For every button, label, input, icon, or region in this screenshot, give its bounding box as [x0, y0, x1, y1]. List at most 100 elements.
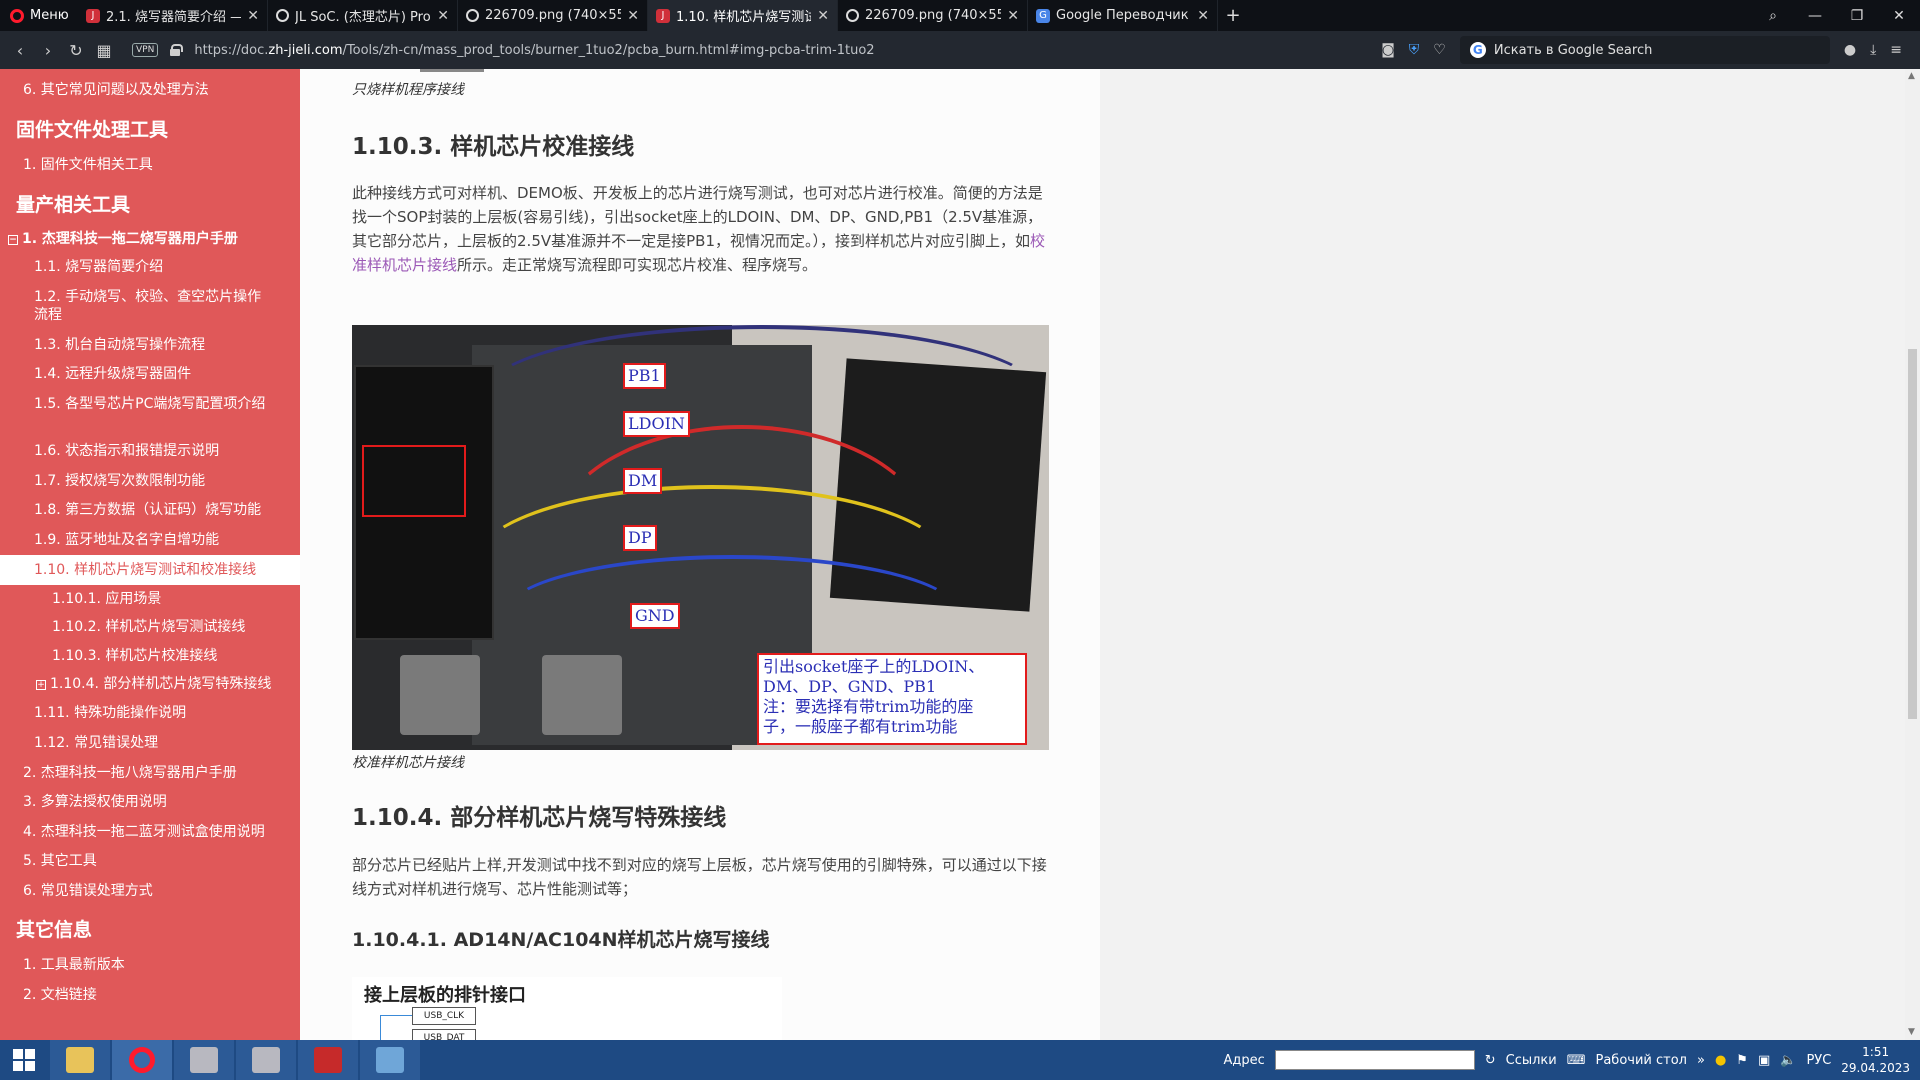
minimize-icon[interactable]: —: [1794, 8, 1836, 24]
close-window-icon[interactable]: ✕: [1878, 8, 1920, 24]
search-tabs-icon[interactable]: ⌕: [1752, 8, 1794, 24]
forward-icon[interactable]: ›: [34, 41, 62, 60]
sidebar-item[interactable]: 1.7. 授权烧写次数限制功能: [0, 472, 300, 490]
close-tab-icon[interactable]: ✕: [247, 8, 259, 24]
expand-icon[interactable]: +: [36, 680, 46, 690]
photo-note: 引出socket座子上的LDOIN、 DM、DP、GND、PB1 注：要选择有带…: [757, 653, 1027, 745]
keyboard-icon[interactable]: ⌨: [1567, 1053, 1586, 1068]
tab-3[interactable]: 226709.png (740×550) ✕: [458, 0, 648, 31]
taskbar-app[interactable]: [236, 1040, 296, 1080]
easy-setup-icon[interactable]: ≡: [1890, 42, 1902, 58]
sidebar-item-label: 2. 杰理科技一拖八烧写器用户手册: [23, 765, 237, 781]
sidebar-item[interactable]: 1.4. 远程升级烧写器固件: [0, 365, 300, 383]
sidebar-item[interactable]: 3. 多算法授权使用说明: [0, 793, 300, 811]
close-tab-icon[interactable]: ✕: [1197, 8, 1209, 24]
figure-caption: 只烧样机程序接线: [352, 82, 464, 98]
shield-icon[interactable]: ⛨: [1409, 42, 1420, 58]
reload-icon[interactable]: ↻: [62, 41, 90, 60]
camera-icon[interactable]: ◙: [1381, 42, 1395, 58]
sidebar-item[interactable]: 1.10.3. 样机芯片校准接线: [0, 647, 300, 665]
search-placeholder: Искать в Google Search: [1493, 42, 1653, 58]
scroll-up-icon[interactable]: ▲: [1908, 71, 1915, 81]
language-indicator[interactable]: РУС: [1806, 1053, 1831, 1068]
network-icon[interactable]: ▣: [1758, 1053, 1770, 1068]
sidebar-item[interactable]: 1.3. 机台自动烧写操作流程: [0, 336, 300, 354]
address-toolbar-input[interactable]: [1274, 1050, 1475, 1070]
taskbar-opera[interactable]: [112, 1040, 172, 1080]
close-tab-icon[interactable]: ✕: [627, 8, 639, 24]
taskbar-app[interactable]: [174, 1040, 234, 1080]
sidebar-item[interactable]: 1.10.2. 样机芯片烧写测试接线: [0, 618, 300, 636]
windows-logo-icon: [13, 1049, 35, 1071]
doc-content: 只烧样机程序接线 1.10.3. 样机芯片校准接线 此种接线方式可对样机、DEM…: [300, 69, 1100, 1040]
socket-highlight-box: [362, 445, 466, 517]
taskbar-explorer[interactable]: [50, 1040, 110, 1080]
sidebar-item-label: 3. 多算法授权使用说明: [23, 794, 167, 810]
sidebar-item[interactable]: 2. 文档链接: [0, 986, 300, 1004]
sidebar-item[interactable]: 1.1. 烧写器简要介绍: [0, 258, 300, 276]
collapse-icon[interactable]: −: [8, 235, 18, 245]
tray-expand-icon[interactable]: »: [1697, 1053, 1705, 1068]
sidebar-item[interactable]: 1.6. 状态指示和报错提示说明: [0, 442, 300, 460]
sidebar-item[interactable]: 1.2. 手动烧写、校验、查空芯片操作流程: [0, 288, 300, 324]
taskbar-app[interactable]: [360, 1040, 420, 1080]
clock[interactable]: 1:51 29.04.2023: [1841, 1044, 1910, 1076]
tab-1[interactable]: J 2.1. 烧写器简要介绍 — JL P ✕: [78, 0, 268, 31]
sidebar-item[interactable]: 1.11. 特殊功能操作说明: [0, 704, 300, 722]
sidebar-item[interactable]: 4. 杰理科技一拖二蓝牙测试盒使用说明: [0, 823, 300, 841]
lock-icon[interactable]: [170, 44, 184, 56]
vpn-badge[interactable]: VPN: [132, 43, 159, 57]
go-icon[interactable]: ↻: [1485, 1053, 1496, 1068]
tray-app-icon[interactable]: ●: [1715, 1053, 1726, 1068]
scrollbar-thumb[interactable]: [1908, 349, 1917, 719]
tabs-grid-icon[interactable]: ▦: [90, 41, 118, 60]
new-tab-button[interactable]: +: [1218, 0, 1248, 31]
close-tab-icon[interactable]: ✕: [437, 8, 449, 24]
close-tab-icon[interactable]: ✕: [817, 8, 829, 24]
sidebar-item[interactable]: 5. 其它工具: [0, 852, 300, 870]
sidebar-item-label: 1.1. 烧写器简要介绍: [34, 259, 164, 275]
sidebar-item[interactable]: 1. 固件文件相关工具: [0, 156, 300, 174]
back-icon[interactable]: ‹: [6, 41, 34, 60]
sidebar-item[interactable]: 6. 常见错误处理方式: [0, 882, 300, 900]
links-toolbar[interactable]: Ссылки: [1506, 1053, 1557, 1068]
google-search-field[interactable]: G Искать в Google Search: [1459, 36, 1830, 64]
scroll-down-icon[interactable]: ▼: [1908, 1027, 1915, 1037]
volume-icon[interactable]: 🔈: [1780, 1053, 1796, 1068]
sidebar-item[interactable]: 1.8. 第三方数据（认证码）烧写功能: [0, 501, 300, 519]
translate-icon: G: [1036, 8, 1050, 23]
vertical-scrollbar[interactable]: ▲ ▼: [1905, 69, 1920, 1040]
note-line: 注：要选择有带trim功能的座: [763, 697, 974, 716]
sidebar-item-label: 1. 固件文件相关工具: [23, 157, 153, 173]
download-icon[interactable]: ⤓: [1870, 42, 1876, 58]
url-field[interactable]: https://doc.zh-jieli.com/Tools/zh-cn/mas…: [194, 43, 874, 58]
flag-icon[interactable]: ⚑: [1736, 1053, 1748, 1068]
sidebar-item[interactable]: 1.12. 常见错误处理: [0, 734, 300, 752]
sidebar-item-expanded[interactable]: −1. 杰理科技一拖二烧写器用户手册: [0, 230, 300, 248]
sidebar-item[interactable]: 1.5. 各型号芯片PC端烧写配置项介绍: [0, 395, 300, 413]
tab-4-active[interactable]: J 1.10. 样机芯片烧写测试和校 ✕: [648, 0, 838, 31]
sidebar-item[interactable]: 2. 杰理科技一拖八烧写器用户手册: [0, 764, 300, 782]
desktop-toolbar[interactable]: Рабочий стол: [1596, 1053, 1687, 1068]
sidebar-item[interactable]: 1.10.1. 应用场景: [0, 590, 300, 608]
opera-menu-button[interactable]: Меню: [0, 0, 78, 31]
sidebar-item[interactable]: 1.9. 蓝牙地址及名字自增功能: [0, 531, 300, 549]
opera-logo-icon: [10, 8, 24, 23]
sidebar-item-label: 5. 其它工具: [23, 853, 97, 869]
tab-6[interactable]: G Google Переводчик ✕: [1028, 0, 1218, 31]
close-tab-icon[interactable]: ✕: [1007, 8, 1019, 24]
sidebar-item-current[interactable]: 1.10. 样机芯片烧写测试和校准接线: [0, 555, 300, 585]
sidebar-item[interactable]: 1. 工具最新版本: [0, 956, 300, 974]
subsection-heading: 1.10.4.1. AD14N/AC104N样机芯片烧写接线: [352, 929, 770, 951]
pin-usb-dat: USB_DAT: [412, 1029, 476, 1040]
sidebar-item[interactable]: 6. 其它常见问题以及处理方法: [0, 81, 300, 99]
sidebar-item[interactable]: +1.10.4. 部分样机芯片烧写特殊接线: [0, 675, 300, 693]
heart-icon[interactable]: ♡: [1433, 42, 1446, 58]
tab-2[interactable]: JL SoC. (杰理芯片) Program ✕: [268, 0, 458, 31]
address-toolbar-label: Адрес: [1223, 1052, 1265, 1068]
taskbar-app[interactable]: [298, 1040, 358, 1080]
tab-5[interactable]: 226709.png (740×550) ✕: [838, 0, 1028, 31]
start-button[interactable]: [0, 1040, 48, 1080]
profile-icon[interactable]: ●: [1844, 42, 1856, 58]
restore-icon[interactable]: ❐: [1836, 8, 1878, 24]
